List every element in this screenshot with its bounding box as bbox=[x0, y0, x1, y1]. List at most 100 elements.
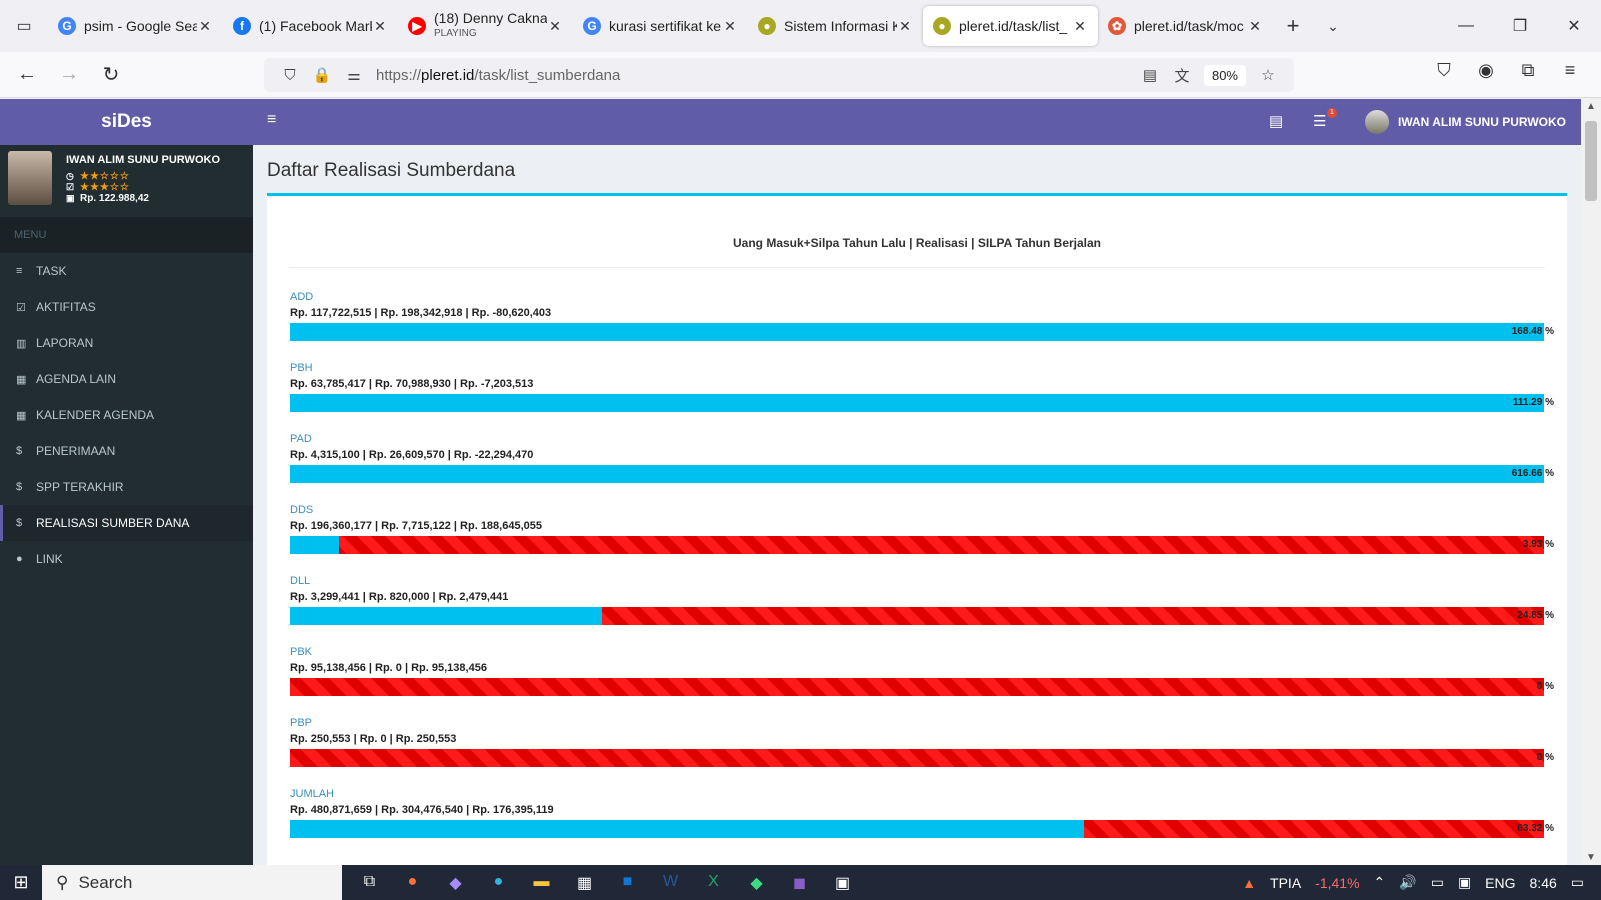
copilot-icon[interactable]: ◆ bbox=[434, 873, 477, 893]
scroll-down-icon[interactable]: ▼ bbox=[1581, 852, 1601, 863]
funding-category[interactable]: DLL bbox=[290, 575, 1558, 591]
reader-view-icon[interactable]: ▤ bbox=[1134, 66, 1166, 84]
zoom-level[interactable]: 80% bbox=[1203, 64, 1246, 86]
store-icon[interactable]: ▦ bbox=[563, 873, 606, 893]
messages-icon[interactable]: ▤ bbox=[1269, 112, 1283, 130]
pocket-icon[interactable]: ⛉ bbox=[1423, 60, 1465, 81]
shield-icon[interactable]: ⛉ bbox=[274, 67, 306, 84]
outlook-icon[interactable]: ■ bbox=[606, 873, 649, 893]
top-navbar: ≡ ▤ ☰ 1 IWAN ALIM SUNU PURWOKO bbox=[253, 99, 1581, 145]
sidebar-item-laporan[interactable]: ▥ LAPORAN bbox=[0, 325, 253, 361]
browser-tab[interactable]: Gkurasi sertifikat ke ✕ bbox=[573, 6, 748, 46]
app-icon[interactable]: ▣ bbox=[821, 873, 864, 893]
browser-tab[interactable]: ● Sistem Informasi K ✕ bbox=[748, 6, 923, 46]
favicon-icon: f bbox=[233, 17, 251, 35]
taskbar-search[interactable]: ⚲ Search bbox=[42, 865, 342, 900]
funding-category[interactable]: PBK bbox=[290, 646, 1558, 662]
funding-item: PBK Rp. 95,138,456 | Rp. 0 | Rp. 95,138,4… bbox=[290, 646, 1558, 706]
word-icon[interactable]: W bbox=[649, 873, 692, 893]
restore-icon[interactable]: ❐ bbox=[1493, 0, 1547, 52]
url-text[interactable]: https://pleret.id/task/list_sumberdana bbox=[376, 67, 1134, 84]
funding-category[interactable]: DDS bbox=[290, 504, 1558, 520]
battery-icon[interactable]: ▭ bbox=[1431, 874, 1444, 891]
stock-icon[interactable]: ▲ bbox=[1242, 875, 1256, 891]
page-scrollbar[interactable]: ▲ ▼ bbox=[1581, 99, 1601, 865]
language[interactable]: ENG bbox=[1485, 875, 1515, 891]
windows-start-icon[interactable]: ⊞ bbox=[0, 872, 42, 893]
close-tab-icon[interactable]: ✕ bbox=[897, 18, 913, 35]
browser-tab[interactable]: ▶ (18) Denny Cakna PLAYING ✕ bbox=[398, 6, 573, 46]
browser-tab[interactable]: ● pleret.id/task/list_ ✕ bbox=[923, 6, 1098, 46]
sidebar-item-link[interactable]: ● LINK bbox=[0, 541, 253, 577]
main-content: Daftar Realisasi Sumberdana Uang Masuk+S… bbox=[253, 145, 1581, 865]
sidebar-item-kalender-agenda[interactable]: ▦ KALENDER AGENDA bbox=[0, 397, 253, 433]
brand-logo[interactable]: siDes bbox=[0, 99, 253, 145]
permissions-icon[interactable]: ⚌ bbox=[338, 66, 370, 84]
notifications-icon[interactable]: ☰ bbox=[1313, 112, 1326, 130]
progress-percent: 168.48 % bbox=[1511, 326, 1554, 337]
clock[interactable]: 8:46 bbox=[1530, 875, 1557, 891]
menu-icon[interactable]: ≡ bbox=[1549, 60, 1591, 81]
reload-icon[interactable]: ↻ bbox=[90, 62, 132, 87]
browser-tab[interactable]: Gpsim - Google Sea ✕ bbox=[48, 6, 223, 46]
translate-icon[interactable]: 文 bbox=[1166, 65, 1198, 86]
tab-overflow-chevron-icon[interactable]: ⌄ bbox=[1313, 0, 1353, 52]
browser-tab[interactable]: ✿ pleret.id/task/moc ✕ bbox=[1098, 6, 1273, 46]
search-icon: ⚲ bbox=[56, 872, 69, 892]
firefox-icon[interactable]: ● bbox=[391, 873, 434, 893]
sidebar-item-spp-terakhir[interactable]: $ SPP TERAKHIR bbox=[0, 469, 253, 505]
address-bar[interactable]: ⛉ 🔒 ⚌ https://pleret.id/task/list_sumber… bbox=[264, 58, 1294, 92]
progress-percent: 24.85 % bbox=[1517, 610, 1554, 621]
calendar-icon: ▦ bbox=[16, 373, 27, 386]
browser-tab[interactable]: f (1) Facebook Mark ✕ bbox=[223, 6, 398, 46]
sidebar-item-task[interactable]: ≡ TASK bbox=[0, 253, 253, 289]
funding-category[interactable]: ADD bbox=[290, 291, 1558, 307]
progress-bar: 0 % bbox=[290, 678, 1554, 696]
funding-category[interactable]: PBP bbox=[290, 717, 1558, 733]
bookmark-star-icon[interactable]: ☆ bbox=[1252, 66, 1284, 84]
back-icon[interactable]: ← bbox=[6, 63, 48, 86]
tab-list-icon[interactable]: ▭ bbox=[0, 0, 48, 52]
file-explorer-icon[interactable]: ▬ bbox=[520, 873, 563, 893]
close-window-icon[interactable]: ✕ bbox=[1547, 0, 1601, 52]
extensions-icon[interactable]: ⧉ bbox=[1507, 60, 1549, 81]
volume-icon[interactable]: 🔊 bbox=[1399, 874, 1416, 891]
progress-percent: 0 % bbox=[1536, 681, 1554, 692]
sidebar-item-penerimaan[interactable]: $ PENERIMAAN bbox=[0, 433, 253, 469]
funding-category[interactable]: PBH bbox=[290, 362, 1558, 378]
sidebar-item-aktifitas[interactable]: ☑ AKTIFITAS bbox=[0, 289, 253, 325]
close-tab-icon[interactable]: ✕ bbox=[197, 18, 213, 35]
sidebar-item-agenda-lain[interactable]: ▦ AGENDA LAIN bbox=[0, 361, 253, 397]
sidebar-item-realisasi-sumber-dana[interactable]: $ REALISASI SUMBER DANA bbox=[0, 505, 253, 541]
scroll-thumb[interactable] bbox=[1585, 121, 1597, 201]
network-icon[interactable]: ▣ bbox=[1458, 874, 1471, 891]
user-menu[interactable]: IWAN ALIM SUNU PURWOKO bbox=[1398, 115, 1566, 129]
forward-icon[interactable]: → bbox=[48, 63, 90, 86]
scroll-up-icon[interactable]: ▲ bbox=[1581, 101, 1601, 112]
close-tab-icon[interactable]: ✕ bbox=[1247, 18, 1263, 35]
close-tab-icon[interactable]: ✕ bbox=[547, 18, 563, 35]
funding-category[interactable]: PAD bbox=[290, 433, 1558, 449]
lock-icon[interactable]: 🔒 bbox=[306, 66, 338, 84]
close-tab-icon[interactable]: ✕ bbox=[1072, 18, 1088, 35]
task-view-icon[interactable]: ⧉ bbox=[348, 873, 391, 893]
sidebar-toggle-icon[interactable]: ≡ bbox=[267, 111, 276, 129]
new-tab-button[interactable]: + bbox=[1273, 0, 1313, 52]
funding-category[interactable]: JUMLAH bbox=[290, 788, 1558, 804]
stock-ticker[interactable]: TPIA bbox=[1270, 875, 1301, 891]
user-info: IWAN ALIM SUNU PURWOKO ◷ ★★☆☆☆ ☑ ★★★☆☆ ▣ Rp… bbox=[66, 151, 220, 211]
app-icon[interactable]: ◼ bbox=[778, 873, 821, 893]
menu-header: MENU bbox=[0, 217, 253, 253]
close-tab-icon[interactable]: ✕ bbox=[722, 18, 738, 35]
avatar[interactable] bbox=[1365, 110, 1389, 134]
minimize-icon[interactable]: — bbox=[1439, 0, 1493, 52]
excel-icon[interactable]: X bbox=[692, 873, 735, 893]
account-icon[interactable]: ◉ bbox=[1465, 60, 1507, 81]
chevron-up-icon[interactable]: ⌃ bbox=[1374, 874, 1386, 891]
app-icon[interactable]: ◆ bbox=[735, 873, 778, 893]
close-tab-icon[interactable]: ✕ bbox=[372, 18, 388, 35]
notification-center-icon[interactable]: ▭ bbox=[1571, 874, 1584, 891]
edge-icon[interactable]: ● bbox=[477, 873, 520, 893]
progress-remaining bbox=[290, 678, 1544, 696]
progress-percent: 63.32 % bbox=[1517, 823, 1554, 834]
